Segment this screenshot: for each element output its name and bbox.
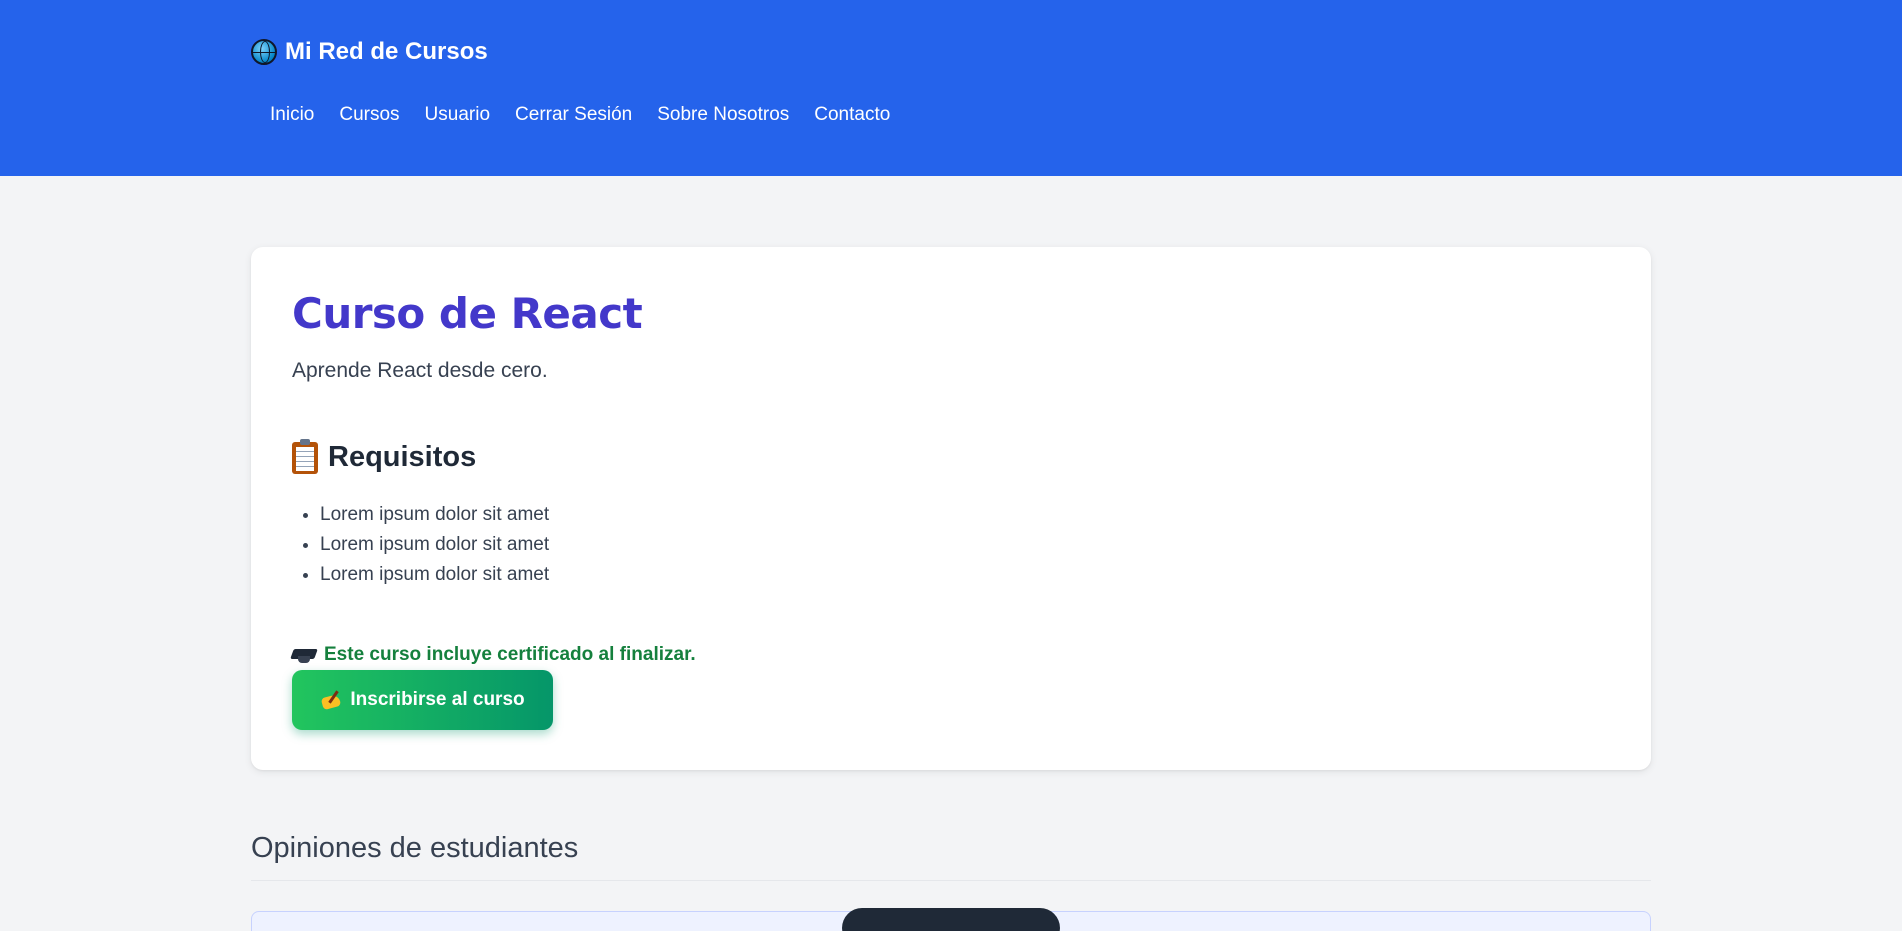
site-header: Mi Red de Cursos Inicio Cursos Usuario C… <box>0 0 1902 176</box>
enroll-button-label: Inscribirse al curso <box>350 689 525 710</box>
nav-link-sobre-nosotros[interactable]: Sobre Nosotros <box>657 104 789 126</box>
enroll-button[interactable]: Inscribirse al curso <box>292 670 553 730</box>
divider <box>251 880 1651 881</box>
main-nav: Inicio Cursos Usuario Cerrar Sesión Sobr… <box>270 104 890 126</box>
brand-name: Mi Red de Cursos <box>285 38 488 65</box>
globe-icon <box>251 39 277 65</box>
floating-toolbar[interactable] <box>842 908 1060 931</box>
list-item: Lorem ipsum dolor sit amet <box>320 500 549 530</box>
nav-link-cerrar-sesion[interactable]: Cerrar Sesión <box>515 104 632 126</box>
list-item: Lorem ipsum dolor sit amet <box>320 530 549 560</box>
requirements-title: Requisitos <box>328 441 477 473</box>
certificate-note: Este curso incluye certificado al finali… <box>292 644 696 666</box>
graduation-cap-icon <box>292 647 316 663</box>
list-item: Lorem ipsum dolor sit amet <box>320 560 549 590</box>
nav-link-contacto[interactable]: Contacto <box>814 104 890 126</box>
course-description: Aprende React desde cero. <box>292 359 548 382</box>
requirements-list: Lorem ipsum dolor sit amet Lorem ipsum d… <box>320 500 549 590</box>
clipboard-icon <box>292 438 318 474</box>
nav-link-usuario[interactable]: Usuario <box>425 104 490 126</box>
nav-link-cursos[interactable]: Cursos <box>339 104 399 126</box>
writing-hand-icon <box>320 690 342 710</box>
certificate-text: Este curso incluye certificado al finali… <box>324 644 696 665</box>
course-card: Curso de React Aprende React desde cero.… <box>251 247 1651 770</box>
brand-logo[interactable]: Mi Red de Cursos <box>251 38 488 66</box>
course-title: Curso de React <box>292 289 643 338</box>
requirements-heading: Requisitos <box>292 438 477 474</box>
reviews-title: Opiniones de estudiantes <box>251 832 579 864</box>
nav-link-inicio[interactable]: Inicio <box>270 104 314 126</box>
